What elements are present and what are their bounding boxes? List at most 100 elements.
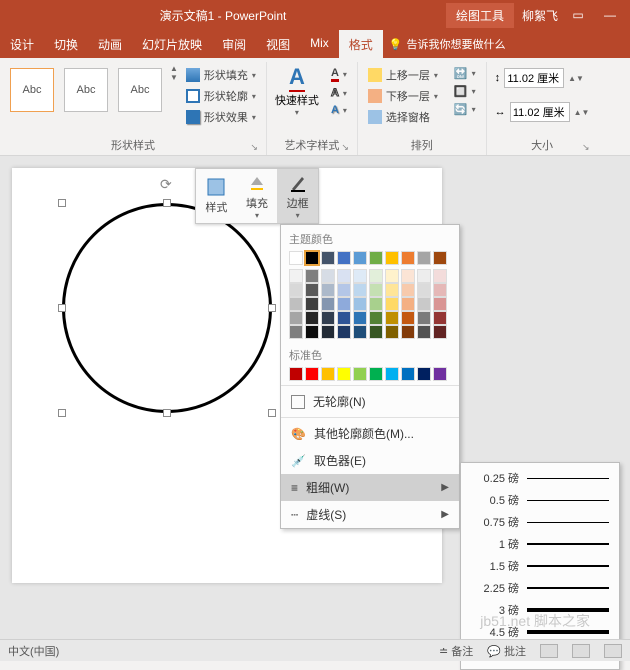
color-swatch[interactable] [321, 311, 335, 325]
color-swatch[interactable] [353, 367, 367, 381]
color-swatch[interactable] [289, 367, 303, 381]
mini-style-button[interactable]: 样式 [196, 169, 237, 223]
color-swatch[interactable] [289, 311, 303, 325]
color-swatch[interactable] [417, 269, 431, 283]
rotate-handle[interactable]: ⟳ [160, 176, 176, 192]
shape-style-preset-3[interactable]: Abc [118, 68, 162, 112]
shape-style-gallery-more[interactable]: ▲▼ [170, 64, 178, 82]
color-swatch[interactable] [433, 251, 447, 265]
handle-se[interactable] [268, 409, 276, 417]
text-effects-button[interactable]: A▾ [329, 103, 349, 117]
align-button[interactable]: 🔛▾ [452, 66, 478, 81]
handle-w[interactable] [58, 304, 66, 312]
color-swatch[interactable] [305, 311, 319, 325]
color-swatch[interactable] [385, 325, 399, 339]
language-status[interactable]: 中文(中国) [8, 643, 59, 659]
color-swatch[interactable] [337, 269, 351, 283]
color-swatch[interactable] [289, 325, 303, 339]
tab-mix[interactable]: Mix [300, 30, 339, 58]
weight-option[interactable]: 3 磅 [461, 599, 619, 621]
tab-format[interactable]: 格式 [339, 30, 383, 58]
selection-pane-button[interactable]: 选择窗格 [366, 108, 440, 126]
weight-option[interactable]: 0.75 磅 [461, 511, 619, 533]
handle-s[interactable] [163, 409, 171, 417]
color-swatch[interactable] [305, 251, 319, 265]
color-swatch[interactable] [353, 283, 367, 297]
rotate-button[interactable]: 🔄▾ [452, 102, 478, 117]
color-swatch[interactable] [385, 269, 399, 283]
sorter-view-button[interactable] [572, 644, 590, 658]
color-swatch[interactable] [353, 297, 367, 311]
color-swatch[interactable] [369, 269, 383, 283]
color-swatch[interactable] [433, 283, 447, 297]
tab-design[interactable]: 设计 [0, 30, 44, 58]
minimize-icon[interactable]: — [598, 8, 622, 22]
color-swatch[interactable] [305, 367, 319, 381]
color-swatch[interactable] [401, 325, 415, 339]
height-spin[interactable]: ▲▼ [568, 74, 584, 83]
color-swatch[interactable] [401, 251, 415, 265]
color-swatch[interactable] [321, 297, 335, 311]
color-swatch[interactable] [337, 367, 351, 381]
color-swatch[interactable] [369, 367, 383, 381]
weight-option[interactable]: 1.5 磅 [461, 555, 619, 577]
reading-view-button[interactable] [604, 644, 622, 658]
color-swatch[interactable] [433, 325, 447, 339]
shape-style-preset-1[interactable]: Abc [10, 68, 54, 112]
color-swatch[interactable] [417, 367, 431, 381]
send-backward-button[interactable]: 下移一层▾ [366, 87, 440, 105]
ribbon-options-icon[interactable]: ▭ [566, 8, 590, 22]
color-swatch[interactable] [417, 283, 431, 297]
group-button[interactable]: 🔲▾ [452, 84, 478, 99]
color-swatch[interactable] [321, 325, 335, 339]
bring-forward-button[interactable]: 上移一层▾ [366, 66, 440, 84]
color-swatch[interactable] [305, 325, 319, 339]
mini-outline-button[interactable]: 边框▾ [277, 169, 318, 223]
color-swatch[interactable] [289, 269, 303, 283]
color-swatch[interactable] [385, 367, 399, 381]
color-swatch[interactable] [321, 283, 335, 297]
width-input[interactable] [510, 102, 570, 122]
drawing-tools-tab[interactable]: 绘图工具 [446, 3, 514, 28]
color-swatch[interactable] [417, 251, 431, 265]
tab-view[interactable]: 视图 [256, 30, 300, 58]
handle-sw[interactable] [58, 409, 66, 417]
color-swatch[interactable] [401, 311, 415, 325]
color-swatch[interactable] [401, 367, 415, 381]
shape-style-preset-2[interactable]: Abc [64, 68, 108, 112]
color-swatch[interactable] [289, 283, 303, 297]
color-swatch[interactable] [369, 297, 383, 311]
notes-button[interactable]: ≐ 备注 [439, 643, 473, 659]
color-swatch[interactable] [337, 251, 351, 265]
color-swatch[interactable] [385, 311, 399, 325]
color-swatch[interactable] [369, 311, 383, 325]
color-swatch[interactable] [385, 251, 399, 265]
color-swatch[interactable] [433, 269, 447, 283]
color-swatch[interactable] [337, 297, 351, 311]
weight-option[interactable]: 2.25 磅 [461, 577, 619, 599]
tab-review[interactable]: 审阅 [212, 30, 256, 58]
color-swatch[interactable] [289, 251, 303, 265]
color-swatch[interactable] [305, 297, 319, 311]
normal-view-button[interactable] [540, 644, 558, 658]
color-swatch[interactable] [337, 283, 351, 297]
color-swatch[interactable] [417, 297, 431, 311]
wordart-launcher[interactable]: ↘ [341, 142, 349, 153]
handle-e[interactable] [268, 304, 276, 312]
weight-item[interactable]: ≡粗细(W)▶ [281, 474, 459, 501]
color-swatch[interactable] [385, 297, 399, 311]
color-swatch[interactable] [433, 367, 447, 381]
color-swatch[interactable] [353, 251, 367, 265]
shape-effects-button[interactable]: 形状效果▾ [184, 108, 258, 126]
tab-animation[interactable]: 动画 [88, 30, 132, 58]
color-swatch[interactable] [417, 325, 431, 339]
tell-me[interactable]: 💡告诉我你想要做什么 [389, 30, 506, 58]
color-swatch[interactable] [321, 367, 335, 381]
quick-style-button[interactable]: A 快速样式▾ [275, 64, 319, 117]
comments-button[interactable]: 💬 批注 [487, 643, 526, 659]
color-swatch[interactable] [385, 283, 399, 297]
tab-transition[interactable]: 切换 [44, 30, 88, 58]
color-swatch[interactable] [337, 325, 351, 339]
text-outline-button[interactable]: A▾ [329, 86, 349, 100]
height-input[interactable] [504, 68, 564, 88]
